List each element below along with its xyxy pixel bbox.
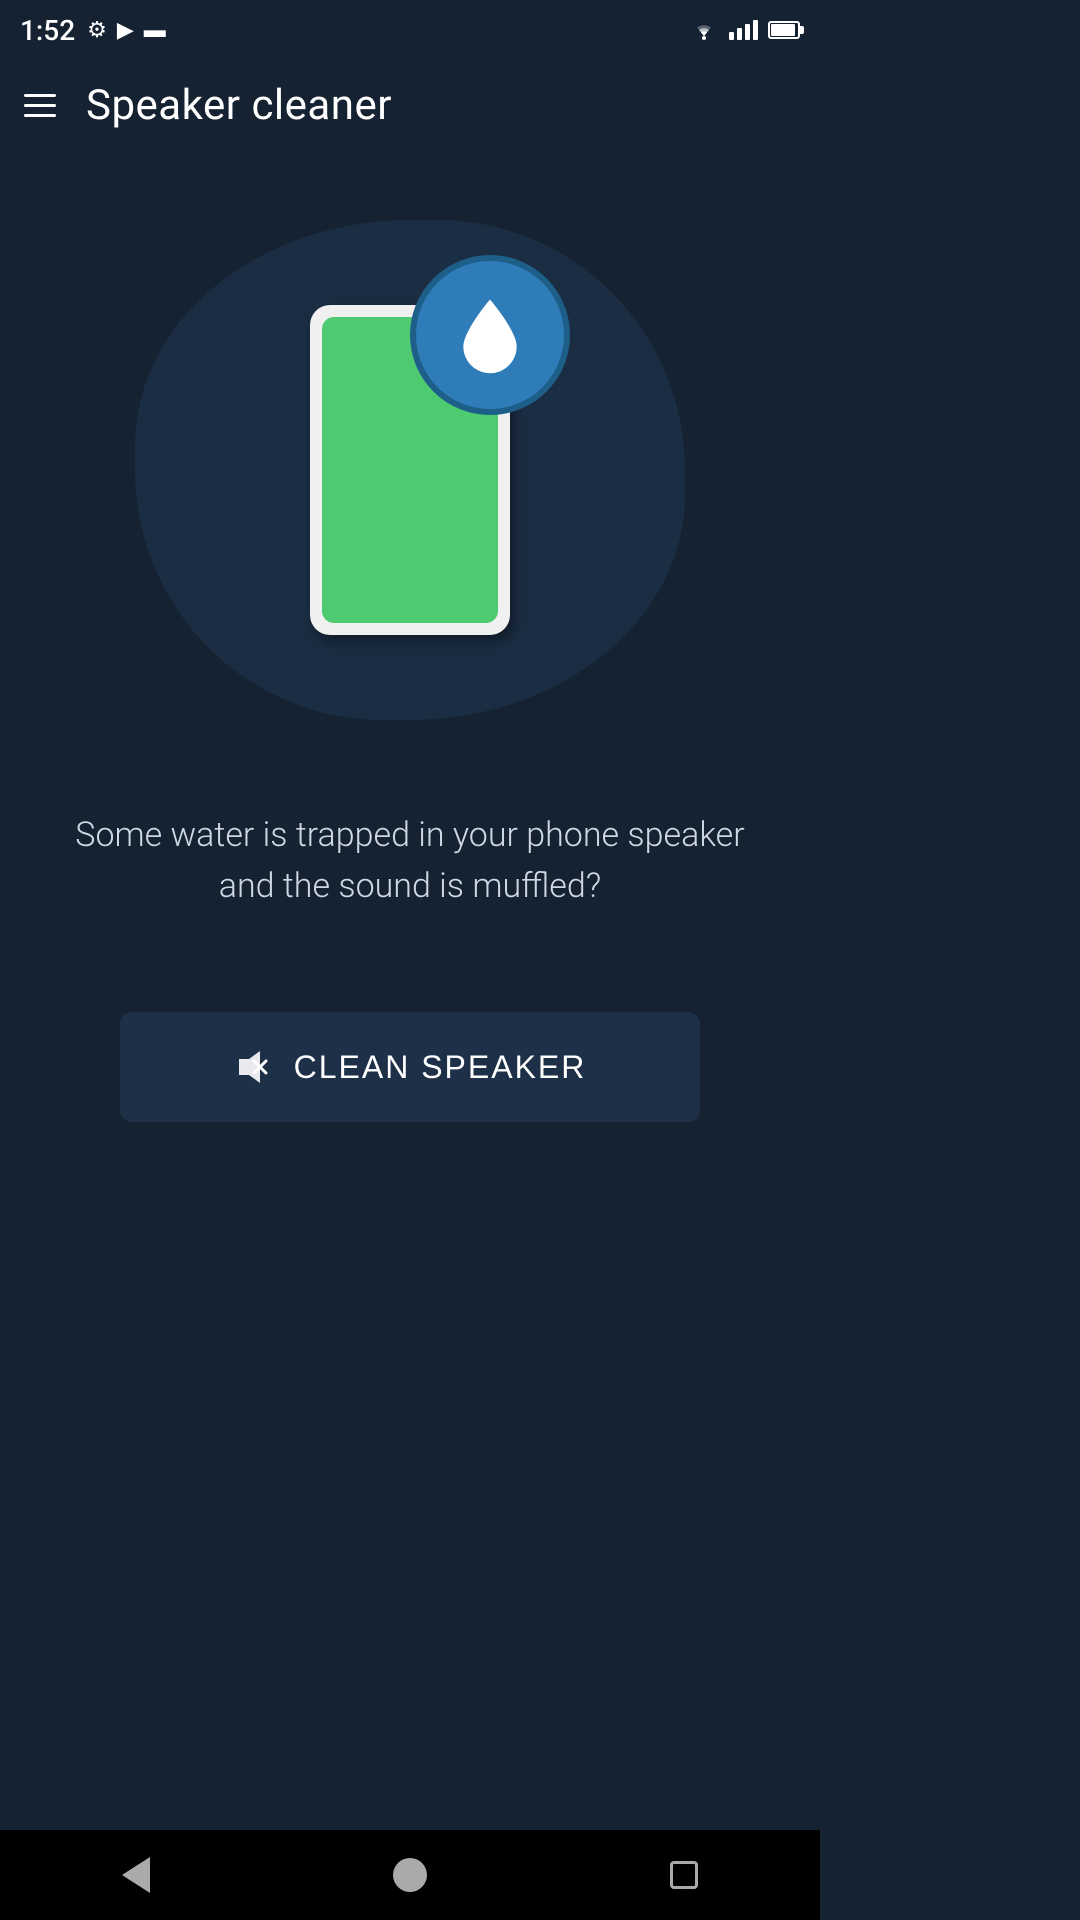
description-text: Some water is trapped in your phone spea…	[70, 810, 750, 912]
illustration-container	[110, 190, 710, 750]
app-bar: Speaker cleaner	[0, 60, 820, 150]
shield-icon: ▶	[117, 18, 134, 43]
status-time: 1:52	[20, 14, 75, 47]
status-right	[689, 18, 800, 42]
wifi-icon	[689, 18, 719, 42]
battery-icon	[768, 21, 800, 39]
no-sound-icon	[234, 1047, 274, 1087]
bottom-nav	[0, 1830, 820, 1920]
status-icons: ⚙ ▶ ▬	[87, 17, 166, 43]
water-drop-icon	[450, 295, 530, 375]
sim-icon: ▬	[144, 17, 166, 43]
status-bar: 1:52 ⚙ ▶ ▬	[0, 0, 820, 60]
nav-back-button[interactable]	[122, 1857, 150, 1893]
signal-bars-icon	[729, 20, 758, 40]
main-content: Some water is trapped in your phone spea…	[0, 150, 820, 1162]
clean-button-label: CLEAN SPEAKER	[294, 1049, 587, 1086]
settings-icon: ⚙	[87, 18, 107, 43]
clean-speaker-button[interactable]: CLEAN SPEAKER	[120, 1012, 700, 1122]
water-drop-circle	[410, 255, 570, 415]
app-title: Speaker cleaner	[86, 81, 392, 130]
nav-home-button[interactable]	[393, 1858, 427, 1892]
nav-recents-button[interactable]	[670, 1861, 698, 1889]
hamburger-menu-icon[interactable]	[24, 94, 56, 117]
phone-illustration	[310, 305, 510, 635]
status-left: 1:52 ⚙ ▶ ▬	[20, 14, 166, 47]
